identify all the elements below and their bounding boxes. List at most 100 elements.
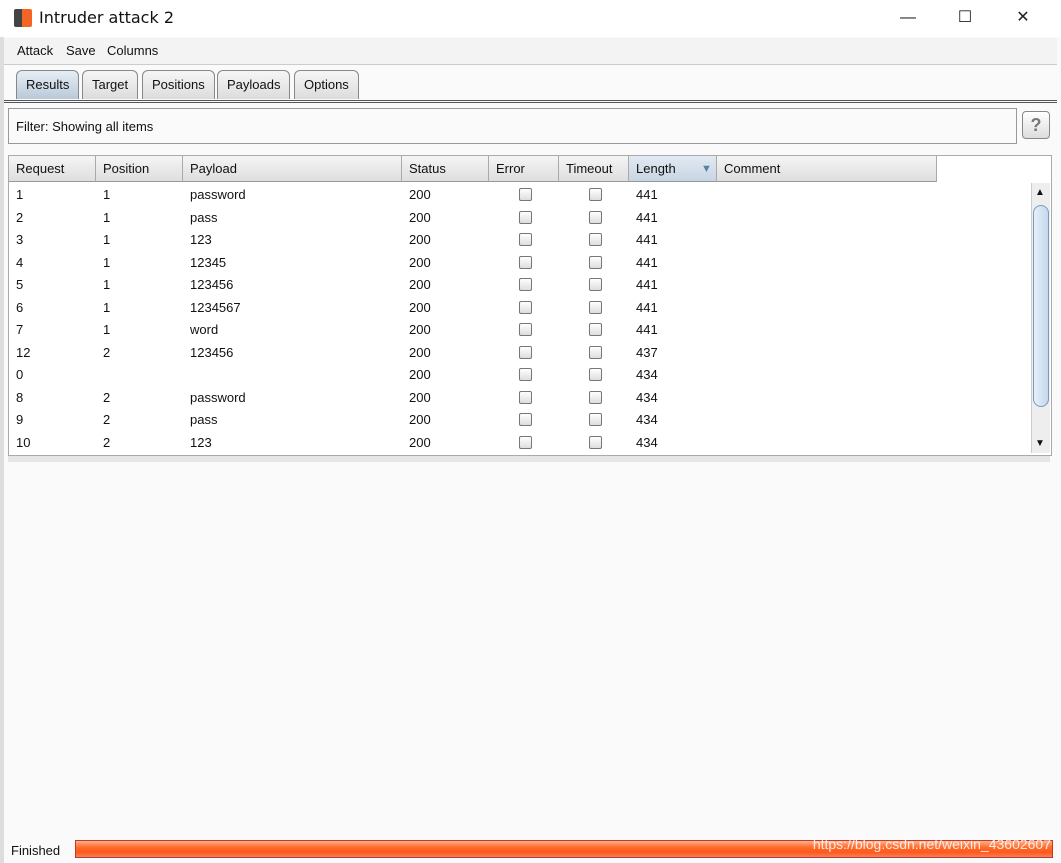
- scrollbar-thumb[interactable]: [1033, 205, 1049, 407]
- menu-columns[interactable]: Columns: [107, 43, 158, 58]
- error-checkbox[interactable]: [519, 278, 532, 291]
- table-row[interactable]: 8 2 password 200 434: [9, 386, 937, 409]
- cell-request: 5: [16, 277, 24, 292]
- watermark: https://blog.csdn.net/weixin_43602607: [812, 836, 1051, 852]
- close-button[interactable]: ✕: [1000, 0, 1046, 36]
- cell-payload: 123456: [190, 344, 234, 360]
- cell-payload: word: [190, 322, 219, 337]
- timeout-checkbox[interactable]: [589, 278, 602, 291]
- column-header-payload[interactable]: Payload: [183, 156, 402, 182]
- filter-bar[interactable]: Filter: Showing all items: [8, 108, 1017, 144]
- column-header-comment[interactable]: Comment: [717, 156, 937, 182]
- table-row[interactable]: 12 2 123456 200 437: [9, 341, 937, 364]
- cell-status: 200: [409, 299, 431, 315]
- cell-length: 434: [636, 389, 658, 405]
- cell-status: 200: [409, 322, 431, 337]
- cell-status: 200: [409, 277, 431, 292]
- scroll-up-icon[interactable]: ▲: [1035, 187, 1045, 198]
- error-checkbox[interactable]: [519, 188, 532, 201]
- window-edge: [0, 37, 4, 863]
- tab-options[interactable]: Options: [294, 70, 359, 99]
- pane-splitter[interactable]: [8, 456, 1050, 462]
- error-checkbox[interactable]: [519, 210, 532, 224]
- timeout-checkbox[interactable]: [589, 188, 602, 201]
- tab-payloads[interactable]: Payloads: [217, 70, 291, 99]
- cell-status: 200: [409, 254, 431, 270]
- timeout-checkbox[interactable]: [589, 413, 602, 426]
- timeout-checkbox[interactable]: [589, 255, 602, 269]
- column-header-length[interactable]: Length ▼: [629, 156, 717, 182]
- column-header-request[interactable]: Request: [9, 156, 96, 182]
- title-bar: Intruder attack 2 — ☐ ✕: [0, 0, 1061, 37]
- timeout-checkbox[interactable]: [589, 210, 602, 224]
- table-row[interactable]: 4 1 12345 200 441: [9, 251, 937, 274]
- tab-positions[interactable]: Positions: [142, 70, 215, 99]
- column-header-timeout[interactable]: Timeout: [559, 156, 629, 182]
- cell-position: 1: [103, 232, 111, 247]
- help-button[interactable]: ?: [1022, 111, 1050, 139]
- error-checkbox[interactable]: [519, 255, 532, 269]
- minimize-button[interactable]: —: [885, 0, 931, 36]
- column-label: Request: [16, 161, 65, 176]
- cell-status: 200: [409, 412, 431, 427]
- error-checkbox[interactable]: [519, 300, 532, 314]
- table-row[interactable]: 1 1 password 200 441: [9, 183, 937, 206]
- cell-position: 1: [103, 299, 111, 315]
- column-header-status[interactable]: Status: [402, 156, 489, 182]
- timeout-checkbox[interactable]: [589, 368, 602, 381]
- table-row[interactable]: 3 1 123 200 441: [9, 228, 937, 251]
- error-checkbox[interactable]: [519, 390, 532, 404]
- cell-payload: pass: [190, 412, 218, 427]
- cell-length: 441: [636, 187, 658, 202]
- scroll-down-icon[interactable]: ▼: [1035, 438, 1045, 449]
- column-header-error[interactable]: Error: [489, 156, 559, 182]
- timeout-checkbox[interactable]: [589, 435, 602, 449]
- cell-request: 0: [16, 367, 24, 382]
- table-row[interactable]: 10 2 123 200 434: [9, 431, 937, 454]
- cell-request: 12: [16, 344, 31, 360]
- column-label: Status: [409, 161, 446, 176]
- cell-length: 441: [636, 277, 658, 292]
- error-checkbox[interactable]: [519, 435, 532, 449]
- vertical-scrollbar[interactable]: ▲ ▼: [1031, 183, 1050, 453]
- timeout-checkbox[interactable]: [589, 323, 602, 336]
- error-checkbox[interactable]: [519, 413, 532, 426]
- tab-results[interactable]: Results: [16, 70, 80, 99]
- cell-request: 9: [16, 412, 24, 427]
- cell-payload: 123: [190, 434, 212, 450]
- column-label: Length: [636, 161, 676, 176]
- table-row[interactable]: 0 200 434: [9, 363, 937, 386]
- timeout-checkbox[interactable]: [589, 345, 602, 359]
- tab-bar: Results Target Positions Payloads Option…: [4, 68, 1057, 103]
- sort-descending-icon: ▼: [701, 163, 712, 175]
- error-checkbox[interactable]: [519, 323, 532, 336]
- cell-request: 6: [16, 299, 24, 315]
- maximize-button[interactable]: ☐: [942, 0, 988, 36]
- cell-status: 200: [409, 344, 431, 360]
- table-row[interactable]: 2 1 pass 200 441: [9, 206, 937, 229]
- timeout-checkbox[interactable]: [589, 390, 602, 404]
- timeout-checkbox[interactable]: [589, 233, 602, 246]
- column-label: Payload: [190, 161, 237, 176]
- menu-save[interactable]: Save: [66, 43, 96, 58]
- cell-position: 2: [103, 412, 111, 427]
- table-row[interactable]: 5 1 123456 200 441: [9, 273, 937, 296]
- cell-status: 200: [409, 389, 431, 405]
- cell-payload: 123456: [190, 277, 234, 292]
- timeout-checkbox[interactable]: [589, 300, 602, 314]
- error-checkbox[interactable]: [519, 368, 532, 381]
- column-header-position[interactable]: Position: [96, 156, 183, 182]
- table-row[interactable]: 7 1 word 200 441: [9, 318, 937, 341]
- tab-target[interactable]: Target: [82, 70, 139, 99]
- results-table: Request Position Payload Status Error Timeout…: [8, 155, 1052, 456]
- error-checkbox[interactable]: [519, 233, 532, 246]
- column-label: Timeout: [566, 161, 613, 176]
- column-label: Comment: [724, 161, 781, 176]
- cell-length: 441: [636, 254, 658, 270]
- error-checkbox[interactable]: [519, 345, 532, 359]
- menu-attack[interactable]: Attack: [17, 43, 53, 58]
- cell-length: 434: [636, 434, 658, 450]
- table-row[interactable]: 9 2 pass 200 434: [9, 408, 937, 431]
- cell-position: 1: [103, 277, 111, 292]
- table-row[interactable]: 6 1 1234567 200 441: [9, 296, 937, 319]
